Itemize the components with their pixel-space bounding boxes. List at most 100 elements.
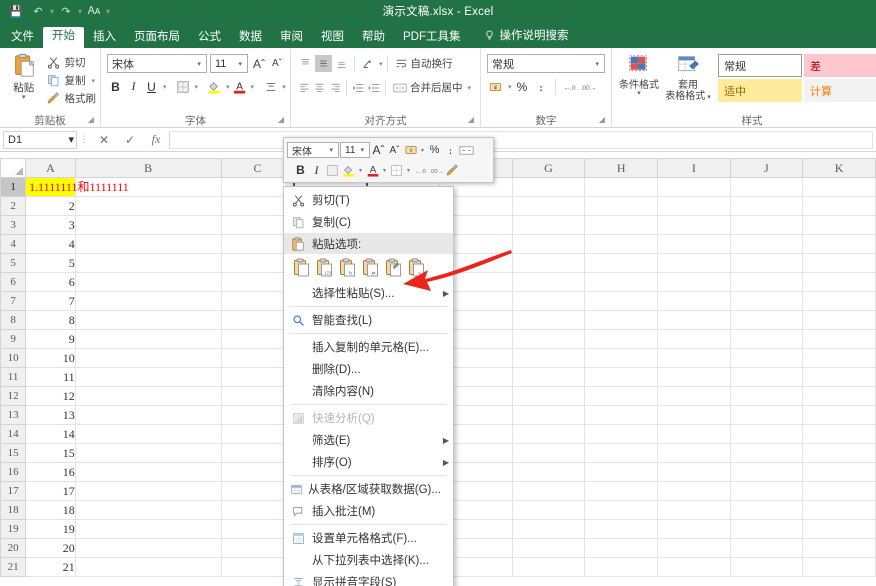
cell-A20[interactable]: 20 bbox=[25, 538, 76, 558]
row-header-5[interactable]: 5 bbox=[0, 253, 27, 273]
cell-G9[interactable] bbox=[511, 329, 586, 349]
cell-I5[interactable] bbox=[657, 253, 731, 273]
cell-K10[interactable] bbox=[802, 348, 876, 368]
cell-K17[interactable] bbox=[802, 481, 876, 501]
row-header-20[interactable]: 20 bbox=[0, 538, 27, 558]
cell-J13[interactable] bbox=[729, 405, 804, 425]
cell-J7[interactable] bbox=[729, 291, 804, 311]
paste-formatting-icon[interactable] bbox=[385, 258, 402, 277]
mini-font-name-combo[interactable]: 宋体 ▾ bbox=[287, 142, 339, 158]
cell-I15[interactable] bbox=[657, 443, 731, 463]
column-header-a[interactable]: A bbox=[25, 158, 76, 178]
row-header-6[interactable]: 6 bbox=[0, 272, 27, 292]
cell-H18[interactable] bbox=[584, 500, 659, 520]
paste-transpose-icon[interactable]: ⇄ bbox=[362, 258, 379, 277]
cell-K9[interactable] bbox=[802, 329, 876, 349]
cell-A16[interactable]: 16 bbox=[25, 462, 76, 482]
cell-J1[interactable] bbox=[729, 177, 804, 197]
cell-H13[interactable] bbox=[584, 405, 659, 425]
formula-input[interactable] bbox=[169, 130, 873, 149]
font-color-icon[interactable]: A bbox=[231, 77, 248, 96]
row-header-3[interactable]: 3 bbox=[0, 215, 27, 235]
mini-toolbar[interactable]: 宋体 ▾ 11 ▾ Aˆ Aˇ ¥ ▾ % ։ B I ▾ A ▾ ▾ ←.0 … bbox=[283, 137, 494, 183]
row-header-9[interactable]: 9 bbox=[0, 329, 27, 349]
mini-borders-icon[interactable] bbox=[325, 162, 340, 179]
paste-formulas-icon[interactable]: fx bbox=[339, 258, 356, 277]
mini-border-dropdown-icon[interactable]: ▾ bbox=[405, 167, 412, 174]
cell-H16[interactable] bbox=[584, 462, 659, 482]
cell-I9[interactable] bbox=[657, 329, 731, 349]
increase-indent-icon[interactable] bbox=[367, 79, 381, 96]
menu-item-1[interactable]: 复制(C) bbox=[284, 211, 453, 233]
row-header-18[interactable]: 18 bbox=[0, 500, 27, 520]
conditional-formatting-button[interactable]: 条件格式 ▾ bbox=[616, 51, 662, 97]
menu-item-6[interactable]: 智能查找(L) bbox=[284, 309, 453, 331]
row-header-17[interactable]: 17 bbox=[0, 481, 27, 501]
tab-home[interactable]: 开始 bbox=[43, 26, 84, 48]
cell-I3[interactable] bbox=[657, 215, 731, 235]
cell-style-bad[interactable]: 差 bbox=[804, 54, 876, 77]
cell-G17[interactable] bbox=[511, 481, 586, 501]
cell-G4[interactable] bbox=[511, 234, 586, 254]
cell-K12[interactable] bbox=[802, 386, 876, 406]
increase-decimal-icon[interactable]: ←.0 bbox=[561, 77, 578, 96]
cell-I19[interactable] bbox=[657, 519, 731, 539]
cell-G15[interactable] bbox=[511, 443, 586, 463]
paste-dropdown-icon[interactable]: ▾ bbox=[22, 94, 26, 101]
borders-dropdown-icon[interactable]: ▾ bbox=[195, 83, 199, 91]
cell-K13[interactable] bbox=[802, 405, 876, 425]
borders-icon[interactable] bbox=[175, 77, 192, 96]
cell-J15[interactable] bbox=[729, 443, 804, 463]
cell-K18[interactable] bbox=[802, 500, 876, 520]
menu-item-14[interactable]: 排序(O) ▶ bbox=[284, 451, 453, 473]
percent-style-button[interactable]: % bbox=[514, 77, 531, 96]
orientation-icon[interactable] bbox=[359, 55, 376, 72]
mini-border-grid-icon[interactable] bbox=[389, 162, 404, 179]
comma-style-button[interactable]: ։ bbox=[533, 77, 550, 96]
cell-style-normal[interactable]: 常规 bbox=[718, 54, 802, 77]
tab-pdf-tools[interactable]: PDF工具集 bbox=[394, 28, 470, 49]
cell-I4[interactable] bbox=[657, 234, 731, 254]
conditional-formatting-dropdown-icon[interactable]: ▾ bbox=[637, 90, 641, 97]
cell-K15[interactable] bbox=[802, 443, 876, 463]
wrap-text-button[interactable]: 自动换行 bbox=[392, 54, 456, 73]
cell-K21[interactable] bbox=[802, 557, 876, 577]
decrease-decimal-icon[interactable]: .00→ bbox=[580, 77, 597, 96]
cell-H17[interactable] bbox=[584, 481, 659, 501]
column-header-i[interactable]: I bbox=[657, 158, 731, 178]
cell-G21[interactable] bbox=[511, 557, 586, 577]
cell-I8[interactable] bbox=[657, 310, 731, 330]
cell-A12[interactable]: 12 bbox=[25, 386, 76, 406]
cell-G14[interactable] bbox=[511, 424, 586, 444]
mini-italic-button[interactable]: I bbox=[309, 162, 324, 179]
orientation-dropdown-icon[interactable]: ▾ bbox=[379, 60, 383, 68]
mini-format-painter-icon[interactable] bbox=[445, 162, 460, 179]
row-header-7[interactable]: 7 bbox=[0, 291, 27, 311]
cell-B20[interactable] bbox=[74, 538, 222, 558]
cell-B9[interactable] bbox=[74, 329, 222, 349]
cell-K2[interactable] bbox=[802, 196, 876, 216]
merge-dropdown-icon[interactable]: ▾ bbox=[467, 84, 471, 92]
cell-J8[interactable] bbox=[729, 310, 804, 330]
cell-A10[interactable]: 10 bbox=[25, 348, 76, 368]
cell-A19[interactable]: 19 bbox=[25, 519, 76, 539]
cell-A6[interactable]: 6 bbox=[25, 272, 76, 292]
cell-K4[interactable] bbox=[802, 234, 876, 254]
paste-all-icon[interactable] bbox=[293, 258, 310, 277]
font-name-combo[interactable]: 宋体 ▾ bbox=[107, 54, 207, 73]
menu-item-13[interactable]: 筛选(E) ▶ bbox=[284, 429, 453, 451]
cell-I13[interactable] bbox=[657, 405, 731, 425]
cell-B10[interactable] bbox=[74, 348, 222, 368]
mini-fill-color-icon[interactable] bbox=[341, 162, 356, 179]
bold-button[interactable]: B bbox=[107, 77, 124, 96]
row-header-13[interactable]: 13 bbox=[0, 405, 27, 425]
cell-H1[interactable] bbox=[584, 177, 659, 197]
cell-B15[interactable] bbox=[74, 443, 222, 463]
cell-A21[interactable]: 21 bbox=[25, 557, 76, 577]
cell-H2[interactable] bbox=[584, 196, 659, 216]
merge-center-button[interactable]: 合并后居中 ▾ bbox=[390, 78, 474, 97]
mini-decrease-font-icon[interactable]: Aˇ bbox=[387, 142, 402, 159]
tell-me-search[interactable]: 操作说明搜索 bbox=[470, 23, 578, 48]
mini-font-name-dropdown-icon[interactable]: ▾ bbox=[326, 146, 336, 154]
row-header-10[interactable]: 10 bbox=[0, 348, 27, 368]
